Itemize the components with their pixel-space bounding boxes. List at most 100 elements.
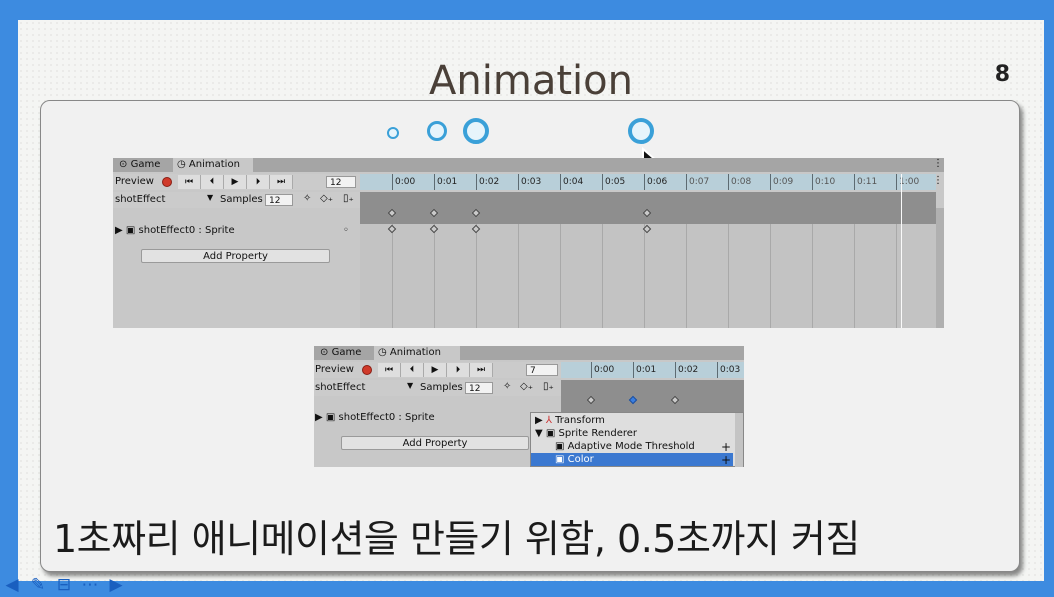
record-icon[interactable]: [362, 365, 372, 375]
add-property-button[interactable]: Add Property: [341, 436, 529, 450]
slide-caption: 1초짜리 애니메이션을 만들기 위함, 0.5초까지 커짐: [53, 517, 860, 561]
last-frame-icon[interactable]: ⏭: [270, 175, 293, 189]
sprite-icon: ▣: [545, 428, 556, 439]
property-row[interactable]: ▶ ▣ shotEffect0 : Sprite: [315, 412, 435, 423]
clock-icon: ◷: [378, 347, 387, 358]
sprite-icon: ▣: [555, 454, 565, 465]
tab-bar: ⊙ Game ◷ Animation: [314, 346, 744, 360]
next-frame-icon[interactable]: ⏵: [447, 363, 470, 377]
dropdown-item-transform[interactable]: ▶ ⅄ Transform: [531, 414, 733, 427]
record-icon[interactable]: [162, 177, 172, 187]
samples-field[interactable]: 12: [465, 382, 493, 394]
add-keyframe-icon[interactable]: ✧: [303, 193, 311, 204]
ruler-tick: 0:01: [633, 362, 656, 378]
animation-window-2: ⊙ Game ◷ Animation Preview ⏮ ⏴ ▶ ⏵ ⏭ 7 s…: [314, 346, 744, 467]
sprite-icon: ▣: [555, 441, 565, 452]
tab-game[interactable]: ⊙ Game: [316, 346, 374, 360]
ruler-tick: 0:02: [675, 362, 698, 378]
ruler-tick: 0:11: [854, 174, 877, 190]
add-keyframe-icon[interactable]: ✧: [503, 381, 511, 392]
next-frame-icon[interactable]: ⏵: [247, 175, 270, 189]
add-property-dropdown: ▶ ⅄ Transform ▼ ▣ Sprite Renderer ▣ Adap…: [530, 412, 744, 467]
prev-frame-icon[interactable]: ⏴: [401, 363, 424, 377]
samples-label: Samples: [420, 382, 463, 393]
circle-frame-3: [463, 118, 489, 144]
game-icon: ⊙: [119, 159, 128, 170]
transform-icon: ⅄: [545, 415, 552, 426]
frame-field[interactable]: 12: [326, 176, 356, 188]
add-plus-icon[interactable]: +: [721, 440, 731, 454]
ruler-tick: 0:05: [602, 174, 625, 190]
ruler-tick: 0:00: [392, 174, 415, 190]
samples-field[interactable]: 12: [265, 194, 293, 206]
chevron-down-icon[interactable]: ▼: [207, 193, 213, 202]
ruler-tick: 0:03: [518, 174, 541, 190]
add-property-button[interactable]: Add Property: [141, 249, 330, 263]
clip-toolbar: shotEffect ▼ Samples 12 ✧ ◇₊ ▯₊: [314, 380, 561, 396]
presentation-nav-bar: ◀ ✎ ⊟ ⋯ ▶: [0, 573, 140, 597]
clip-toolbar: shotEffect ▼ Samples 12 ✧ ◇₊ ▯₊: [113, 192, 360, 208]
ruler-tick: 0:02: [476, 174, 499, 190]
pen-icon[interactable]: ✎: [28, 575, 48, 595]
circle-frame-1: [387, 127, 399, 139]
first-frame-icon[interactable]: ⏮: [378, 363, 401, 377]
dropdown-item-color[interactable]: ▣ Color: [531, 453, 733, 466]
samples-label: Samples: [220, 194, 263, 205]
ruler-tick: 0:07: [686, 174, 709, 190]
scrollbar[interactable]: [936, 208, 944, 328]
frame-field[interactable]: 7: [526, 364, 558, 376]
add-keyframe-diamond-icon[interactable]: ◇₊: [320, 193, 333, 204]
last-frame-icon[interactable]: ⏭: [470, 363, 493, 377]
game-icon: ⊙: [320, 347, 329, 358]
clip-dropdown[interactable]: shotEffect: [315, 382, 365, 393]
tab-game[interactable]: ⊙ Game: [115, 158, 171, 172]
ruler-tick: 1:00: [896, 174, 919, 190]
tab-bar: ⊙ Game ◷ Animation: [113, 158, 944, 172]
sprite-icon: ▣: [325, 412, 336, 423]
circle-frame-4: [628, 118, 654, 144]
clip-dropdown[interactable]: shotEffect: [115, 194, 165, 205]
back-arrow-icon[interactable]: ◀: [2, 575, 22, 595]
first-frame-icon[interactable]: ⏮: [178, 175, 201, 189]
sprite-icon: ▣: [125, 225, 136, 236]
ruler-tick: 0:09: [770, 174, 793, 190]
play-icon[interactable]: ▶: [224, 175, 247, 189]
animation-window-1: ⊙ Game ◷ Animation Preview ⏮ ⏴ ▶ ⏵ ⏭ 12 …: [113, 158, 944, 328]
preview-button[interactable]: Preview: [115, 176, 154, 187]
scrollbar[interactable]: [735, 413, 743, 467]
dropdown-item-sprite-renderer[interactable]: ▼ ▣ Sprite Renderer: [531, 427, 733, 440]
more-icon[interactable]: ⋯: [80, 575, 100, 595]
content-card: ⊙ Game ◷ Animation Preview ⏮ ⏴ ▶ ⏵ ⏭ 12 …: [40, 100, 1020, 572]
playback-toolbar: Preview ⏮ ⏴ ▶ ⏵ ⏭ 12: [113, 174, 360, 190]
time-ruler[interactable]: 0:00 0:01 0:02 0:03: [561, 362, 744, 378]
summary-track: [360, 192, 936, 224]
page-number: 8: [994, 62, 1010, 87]
play-icon[interactable]: ▶: [424, 363, 447, 377]
playback-toolbar: Preview ⏮ ⏴ ▶ ⏵ ⏭ 7: [314, 362, 561, 378]
time-ruler[interactable]: 0:00 0:01 0:02 0:03 0:04 0:05 0:06 0:07 …: [360, 174, 936, 190]
ruler-tick: 0:03: [717, 362, 740, 378]
preview-button[interactable]: Preview: [315, 364, 354, 375]
add-plus-icon[interactable]: +: [721, 453, 731, 467]
dropdown-item-adaptive-mode-threshold[interactable]: ▣ Adaptive Mode Threshold: [531, 440, 733, 453]
slide-title: Animation: [429, 58, 633, 104]
add-event-icon[interactable]: ▯₊: [343, 193, 354, 204]
slides-icon[interactable]: ⊟: [54, 575, 74, 595]
timeline-end-line: [901, 174, 902, 328]
chevron-down-icon[interactable]: ▼: [407, 381, 413, 390]
property-toggle-icon[interactable]: ◦: [343, 225, 349, 236]
clock-icon: ◷: [177, 159, 186, 170]
tab-animation[interactable]: ◷ Animation: [173, 158, 253, 172]
slide: Animation 8 ⊙ Game ◷ Animation Preview ⏮…: [18, 20, 1044, 581]
add-event-icon[interactable]: ▯₊: [543, 381, 554, 392]
circle-frame-2: [427, 121, 447, 141]
prev-frame-icon[interactable]: ⏴: [201, 175, 224, 189]
more-options-icon[interactable]: ⋮: [933, 175, 943, 186]
tab-animation[interactable]: ◷ Animation: [374, 346, 460, 360]
ruler-tick: 0:08: [728, 174, 751, 190]
property-row[interactable]: ▶ ▣ shotEffect0 : Sprite: [115, 225, 235, 236]
add-keyframe-diamond-icon[interactable]: ◇₊: [520, 381, 533, 392]
ruler-tick: 0:01: [434, 174, 457, 190]
forward-arrow-icon[interactable]: ▶: [106, 575, 126, 595]
more-options-icon[interactable]: ⋮: [933, 158, 943, 169]
